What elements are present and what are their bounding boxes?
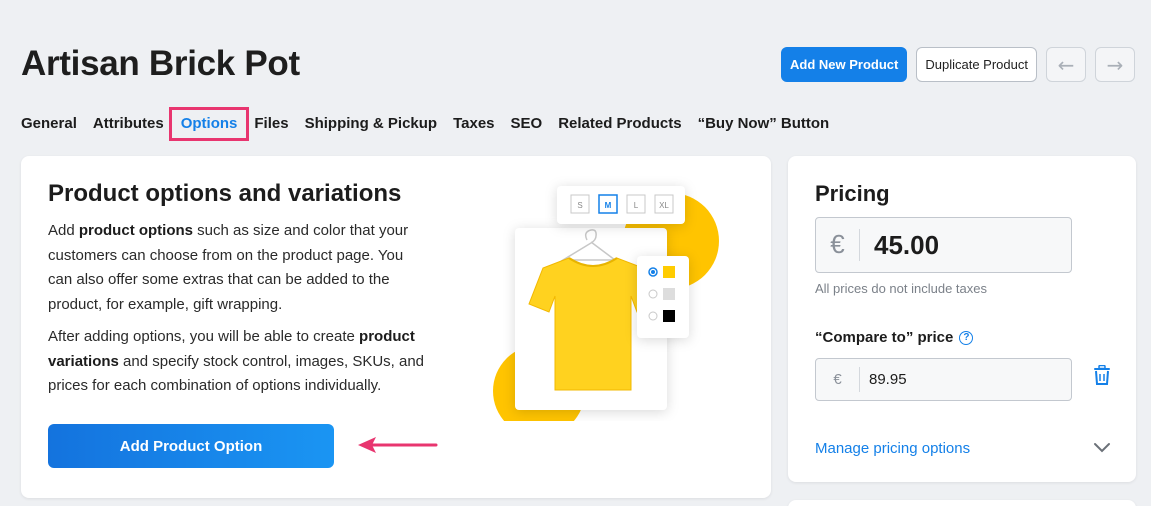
size-xl: XL — [659, 201, 669, 210]
arrow-right-icon: → — [1106, 52, 1124, 77]
tab-attributes[interactable]: Attributes — [93, 114, 164, 134]
duplicate-product-button[interactable]: Duplicate Product — [916, 47, 1037, 82]
next-card-peek — [788, 500, 1136, 506]
price-input[interactable]: € 45.00 — [815, 217, 1072, 273]
tab-general[interactable]: General — [21, 114, 77, 134]
tab-buy-now-button[interactable]: “Buy Now” Button — [698, 114, 830, 134]
pricing-card: Pricing € 45.00 All prices do not includ… — [788, 156, 1136, 482]
currency-symbol: € — [816, 228, 860, 262]
size-s: S — [577, 201, 582, 210]
tab-related-products[interactable]: Related Products — [558, 114, 681, 134]
page-title: Artisan Brick Pot — [21, 44, 300, 83]
swatch-gray — [663, 288, 675, 300]
tab-taxes[interactable]: Taxes — [453, 114, 494, 134]
prev-product-button[interactable]: ← — [1046, 47, 1086, 82]
options-description-1: Add product options such as size and col… — [48, 222, 409, 313]
tab-seo[interactable]: SEO — [511, 114, 543, 134]
compare-price-label: “Compare to” price ? — [815, 329, 974, 346]
manage-pricing-options-link[interactable]: Manage pricing options — [815, 440, 970, 457]
arrow-left-icon: ← — [1057, 52, 1075, 77]
tab-options[interactable]: Options — [168, 107, 250, 141]
help-icon[interactable]: ? — [959, 330, 974, 345]
tshirt-variations-illustration: S M L XL — [493, 186, 719, 421]
add-product-option-button[interactable]: Add Product Option — [48, 424, 334, 468]
options-description-2: After adding options, you will be able t… — [48, 328, 425, 394]
size-m: M — [605, 201, 612, 210]
swatch-yellow — [663, 266, 675, 278]
options-card-title: Product options and variations — [48, 180, 402, 207]
header-actions: Add New Product Duplicate Product ← → — [781, 47, 1135, 82]
compare-price-input[interactable]: € 89.95 — [815, 358, 1072, 401]
trash-icon[interactable] — [1093, 365, 1111, 385]
tab-shipping-pickup[interactable]: Shipping & Pickup — [305, 114, 438, 134]
tab-files[interactable]: Files — [254, 114, 288, 134]
size-l: L — [634, 201, 639, 210]
compare-currency-symbol: € — [816, 367, 860, 392]
compare-price-value: 89.95 — [869, 371, 907, 388]
pointer-arrow-icon — [358, 437, 438, 453]
chevron-down-icon[interactable] — [1093, 441, 1111, 453]
pricing-title: Pricing — [815, 181, 890, 206]
swatch-black — [663, 310, 675, 322]
price-value: 45.00 — [874, 229, 940, 260]
product-tabs: General Attributes Options Files Shippin… — [21, 107, 845, 141]
next-product-button[interactable]: → — [1095, 47, 1135, 82]
options-card: Product options and variations Add produ… — [21, 156, 771, 498]
tax-note: All prices do not include taxes — [815, 281, 987, 296]
add-new-product-button[interactable]: Add New Product — [781, 47, 908, 82]
